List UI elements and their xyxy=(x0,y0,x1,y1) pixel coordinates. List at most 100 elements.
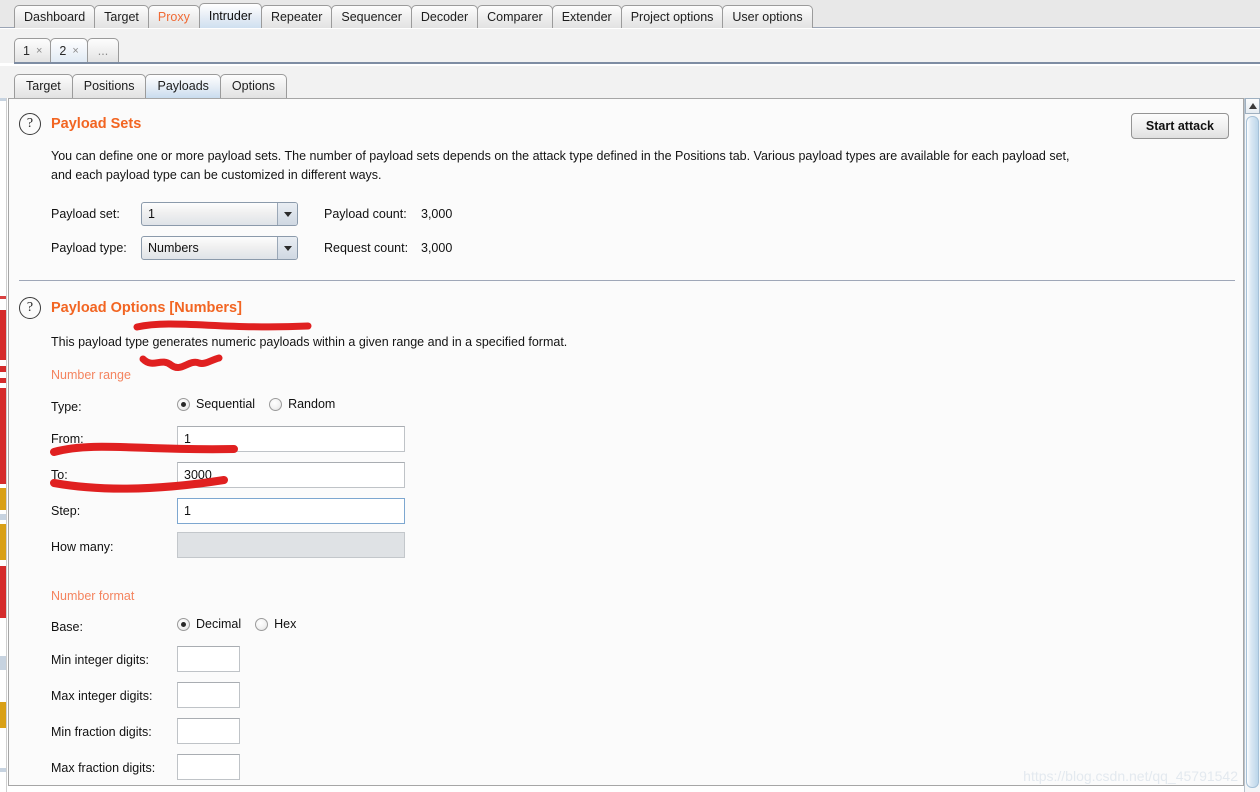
payload-set-label: Payload set: xyxy=(51,207,120,221)
to-input[interactable]: 3000 xyxy=(177,462,405,488)
chevron-down-icon[interactable] xyxy=(277,237,297,259)
sub-tab-list: Target Positions Payloads Options xyxy=(0,66,1260,98)
attack-tab-1[interactable]: 1 × xyxy=(14,38,52,63)
payload-options-header: ? Payload Options [Numbers] xyxy=(19,297,242,319)
number-format-heading: Number format xyxy=(51,589,135,603)
tab-repeater[interactable]: Repeater xyxy=(260,5,333,28)
annotation-squiggle-payload-type xyxy=(139,354,223,371)
sub-tab-target[interactable]: Target xyxy=(14,74,73,98)
payload-count-value: 3,000 xyxy=(421,207,453,221)
radio-button-icon[interactable] xyxy=(177,617,190,631)
start-attack-button[interactable]: Start attack xyxy=(1130,113,1229,139)
max-fraction-digits-label: Max fraction digits: xyxy=(51,761,156,775)
tab-decoder[interactable]: Decoder xyxy=(410,5,479,28)
attack-tab-2-label: 2 xyxy=(59,43,67,58)
attack-tab-1-label: 1 xyxy=(23,43,30,58)
min-fraction-digits-input[interactable] xyxy=(177,718,240,744)
tab-extender[interactable]: Extender xyxy=(551,5,622,28)
main-tab-list: Dashboard Target Proxy Intruder Repeater… xyxy=(0,0,1260,28)
marker-segment xyxy=(0,366,6,372)
radio-button-icon[interactable] xyxy=(255,617,269,631)
tab-intruder[interactable]: Intruder xyxy=(198,3,262,28)
payload-type-value: Numbers xyxy=(148,241,199,255)
marker-segment xyxy=(0,388,6,484)
max-fraction-digits-input[interactable] xyxy=(177,754,240,780)
marker-segment xyxy=(0,566,6,618)
payload-sets-description-line1: You can define one or more payload sets.… xyxy=(51,149,1070,163)
request-count-value: 3,000 xyxy=(421,241,453,255)
payload-set-value: 1 xyxy=(148,207,155,221)
attack-tab-bar: 1 × 2 × ... xyxy=(0,29,1260,63)
radio-button-icon[interactable] xyxy=(177,397,190,411)
payload-options-description: This payload type generates numeric payl… xyxy=(51,335,568,349)
marker-segment xyxy=(0,296,6,299)
payload-sets-description-line2: and each payload type can be customized … xyxy=(51,168,382,182)
radio-hex-label: Hex xyxy=(274,617,297,631)
tab-project-options[interactable]: Project options xyxy=(620,5,724,28)
tab-dashboard[interactable]: Dashboard xyxy=(14,5,96,28)
attack-tab-underline xyxy=(14,62,1260,64)
step-input[interactable]: 1 xyxy=(177,498,405,524)
tab-user-options[interactable]: User options xyxy=(722,5,813,28)
attack-tab-more[interactable]: ... xyxy=(86,38,120,63)
tab-target[interactable]: Target xyxy=(94,5,149,28)
sub-tab-bar: Target Positions Payloads Options xyxy=(0,66,1260,98)
tab-comparer[interactable]: Comparer xyxy=(477,5,553,28)
radio-hex[interactable]: Hex xyxy=(255,617,296,631)
tab-proxy[interactable]: Proxy xyxy=(147,5,200,28)
marker-segment xyxy=(0,488,6,510)
payload-type-dropdown[interactable]: Numbers xyxy=(141,236,298,260)
radio-decimal-label: Decimal xyxy=(196,617,242,631)
radio-decimal[interactable]: Decimal xyxy=(177,617,241,631)
min-fraction-digits-label: Min fraction digits: xyxy=(51,725,152,739)
from-input[interactable]: 1 xyxy=(177,426,405,452)
radio-button-icon[interactable] xyxy=(269,397,283,411)
scroll-up-arrow-icon[interactable] xyxy=(1245,98,1260,114)
marker-segment xyxy=(0,378,6,383)
payload-type-label: Payload type: xyxy=(51,241,127,255)
sub-tab-positions[interactable]: Positions xyxy=(71,74,147,98)
sub-tab-payloads[interactable]: Payloads xyxy=(145,74,221,98)
type-label: Type: xyxy=(51,400,82,414)
how-many-input xyxy=(177,532,405,558)
watermark-text: https://blog.csdn.net/qq_45791542 xyxy=(1023,768,1238,784)
payload-sets-title: Payload Sets xyxy=(51,116,142,132)
marker-segment xyxy=(0,702,6,728)
number-range-heading: Number range xyxy=(51,368,131,382)
scrollbar-thumb[interactable] xyxy=(1246,116,1259,788)
question-mark-icon[interactable]: ? xyxy=(19,113,41,135)
max-integer-digits-label: Max integer digits: xyxy=(51,689,153,703)
step-label: Step: xyxy=(51,504,81,518)
from-label: From: xyxy=(51,432,84,446)
marker-segment xyxy=(0,514,6,520)
payload-sets-header: ? Payload Sets xyxy=(19,113,141,135)
question-mark-icon[interactable]: ? xyxy=(19,297,41,319)
radio-random-label: Random xyxy=(288,397,336,411)
attack-tab-list: 1 × 2 × ... xyxy=(0,29,1260,63)
vertical-scrollbar[interactable] xyxy=(1244,98,1260,792)
close-icon[interactable]: × xyxy=(36,40,42,63)
request-count-label: Request count: xyxy=(324,241,409,255)
type-radio-group: Sequential Random xyxy=(177,397,349,411)
marker-segment xyxy=(0,768,6,772)
min-integer-digits-input[interactable] xyxy=(177,646,240,672)
radio-sequential-label: Sequential xyxy=(196,397,256,411)
section-divider xyxy=(19,280,1235,281)
payload-options-title: Payload Options [Numbers] xyxy=(51,300,242,316)
chevron-down-icon[interactable] xyxy=(277,203,297,225)
max-integer-digits-input[interactable] xyxy=(177,682,240,708)
radio-random[interactable]: Random xyxy=(269,397,335,411)
marker-segment xyxy=(0,310,6,360)
how-many-label: How many: xyxy=(51,540,114,554)
payload-count-label: Payload count: xyxy=(324,207,407,221)
marker-segment xyxy=(0,656,6,670)
min-integer-digits-label: Min integer digits: xyxy=(51,653,149,667)
attack-tab-2[interactable]: 2 × xyxy=(50,38,88,63)
close-icon[interactable]: × xyxy=(72,40,78,63)
to-label: To: xyxy=(51,468,68,482)
main-tab-bar: Dashboard Target Proxy Intruder Repeater… xyxy=(0,0,1260,28)
payload-set-dropdown[interactable]: 1 xyxy=(141,202,298,226)
sub-tab-options[interactable]: Options xyxy=(219,74,288,98)
radio-sequential[interactable]: Sequential xyxy=(177,397,255,411)
tab-sequencer[interactable]: Sequencer xyxy=(331,5,412,28)
